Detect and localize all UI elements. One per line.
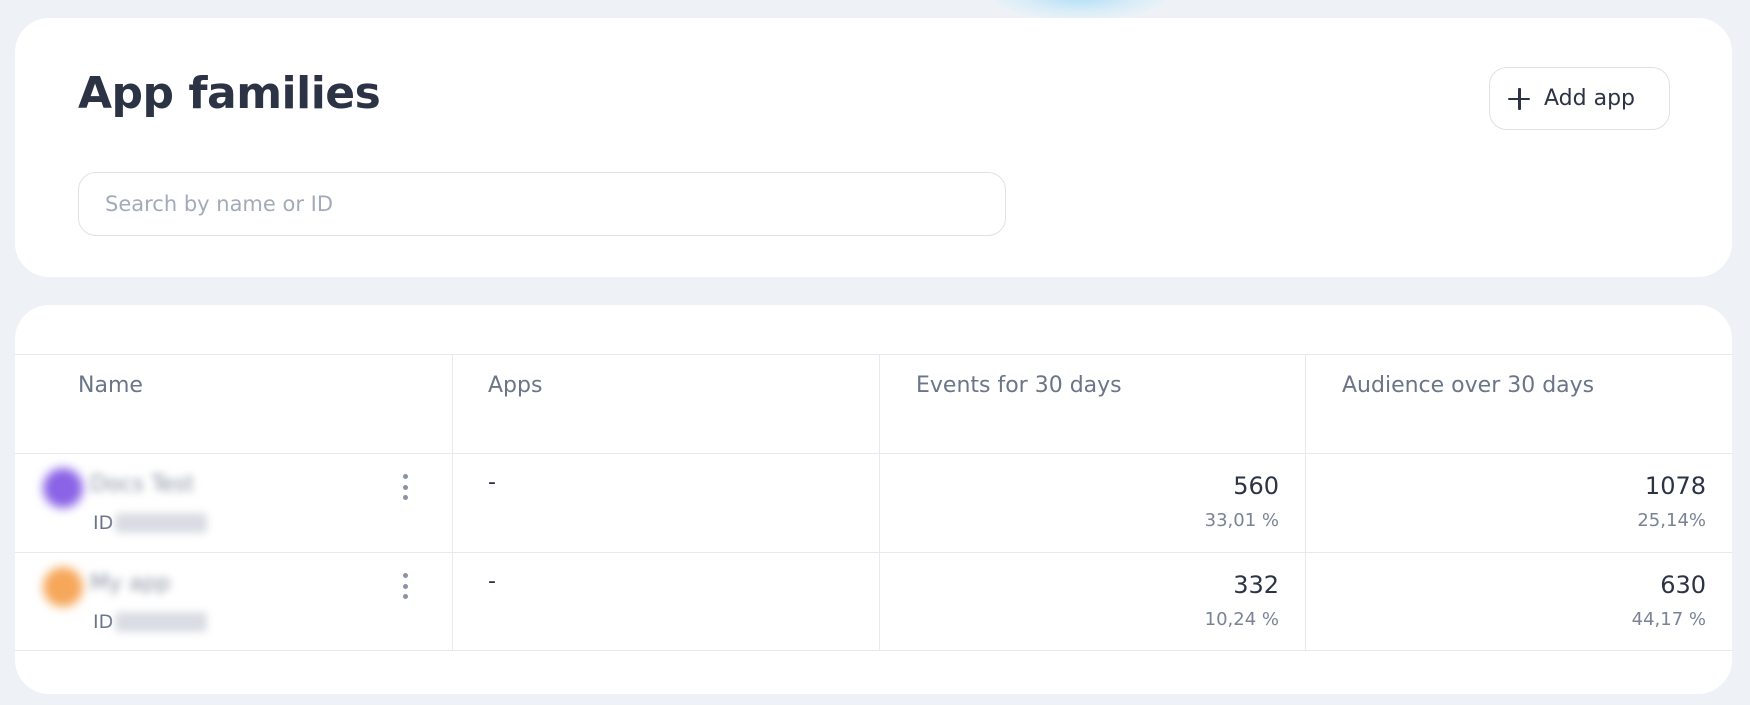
apps-value: -	[488, 569, 496, 594]
column-header-apps: Apps	[453, 355, 880, 453]
table-row[interactable]: Docs Test ID 000000 - 560 33,01 % 1078	[15, 453, 1732, 552]
row-events-cell: 332 10,24 %	[880, 553, 1306, 650]
app-family-name[interactable]: My app	[90, 571, 170, 596]
app-family-icon	[43, 468, 83, 508]
column-header-name: Name	[15, 355, 453, 453]
apps-value: -	[488, 470, 496, 495]
row-events-cell: 560 33,01 %	[880, 454, 1306, 552]
audience-percent: 44,17 %	[1631, 609, 1706, 630]
audience-percent: 25,14%	[1637, 510, 1706, 531]
app-families-table: Name Apps Events for 30 days Audience ov…	[15, 354, 1732, 651]
kebab-menu-icon[interactable]	[395, 472, 415, 502]
id-label: ID	[93, 512, 114, 534]
row-name-cell: Docs Test ID 000000	[15, 454, 453, 552]
table-row[interactable]: My app ID 000000 - 332 10,24 % 630 4	[15, 552, 1732, 651]
column-header-audience: Audience over 30 days	[1342, 373, 1595, 398]
row-audience-cell: 630 44,17 %	[1306, 553, 1732, 650]
row-apps-cell: -	[453, 553, 880, 650]
row-name-cell: My app ID 000000	[15, 553, 453, 650]
events-value: 332	[1233, 571, 1279, 599]
id-value: 000000	[115, 612, 208, 632]
page-title: App families	[78, 68, 381, 119]
audience-value: 1078	[1644, 472, 1706, 500]
row-audience-cell: 1078 25,14%	[1306, 454, 1732, 552]
events-value: 560	[1233, 472, 1279, 500]
kebab-menu-icon[interactable]	[395, 571, 415, 601]
add-app-button-label: Add app	[1544, 86, 1635, 111]
app-family-id: ID 000000	[93, 611, 208, 633]
decorative-glow	[990, 0, 1170, 20]
table-header-row: Name Apps Events for 30 days Audience ov…	[15, 354, 1732, 453]
events-percent: 33,01 %	[1204, 510, 1279, 531]
id-value: 000000	[115, 513, 208, 533]
events-percent: 10,24 %	[1204, 609, 1279, 630]
search-input[interactable]	[78, 172, 1006, 236]
header-card: App families Add app	[15, 18, 1732, 277]
app-families-table-card: Name Apps Events for 30 days Audience ov…	[15, 305, 1732, 694]
app-family-id: ID 000000	[93, 512, 208, 534]
audience-value: 630	[1660, 571, 1706, 599]
id-label: ID	[93, 611, 114, 633]
column-header-events: Events for 30 days	[880, 355, 1306, 453]
app-family-icon	[43, 567, 83, 607]
add-app-button[interactable]: Add app	[1489, 67, 1670, 130]
app-family-name[interactable]: Docs Test	[90, 472, 194, 497]
row-apps-cell: -	[453, 454, 880, 552]
plus-icon	[1508, 87, 1530, 110]
